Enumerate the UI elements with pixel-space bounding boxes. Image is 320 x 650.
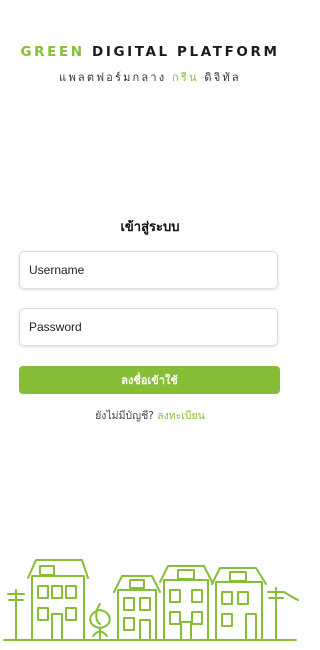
brand-subtitle: แพลตฟอร์มกลาง กรีน ดิจิทัล — [0, 68, 300, 86]
brand-title-rest: DIGITAL PLATFORM — [92, 44, 280, 60]
login-title: เข้าสู่ระบบ — [120, 220, 180, 235]
brand-subtitle-before: แพลตฟอร์มกลาง — [59, 71, 167, 84]
brand-subtitle-green: กรีน — [172, 71, 199, 84]
password-field[interactable] — [19, 308, 278, 346]
username-input[interactable] — [20, 252, 277, 288]
register-prompt: ยังไม่มีบัญชี? ลงทะเบียน — [0, 407, 300, 424]
brand-title: GREEN DIGITAL PLATFORM — [0, 44, 300, 60]
username-field[interactable] — [19, 251, 278, 289]
password-input[interactable] — [20, 309, 277, 345]
login-button[interactable]: ลงชื่อเข้าใช้ — [19, 366, 280, 394]
no-account-text: ยังไม่มีบัญชี? — [95, 410, 154, 422]
brand-header: GREEN DIGITAL PLATFORM แพลตฟอร์มกลาง กรี… — [0, 44, 300, 86]
town-illustration-icon — [3, 559, 299, 641]
brand-subtitle-after: ดิจิทัล — [204, 71, 241, 84]
register-link[interactable]: ลงทะเบียน — [157, 410, 205, 422]
brand-title-green: GREEN — [20, 44, 85, 60]
